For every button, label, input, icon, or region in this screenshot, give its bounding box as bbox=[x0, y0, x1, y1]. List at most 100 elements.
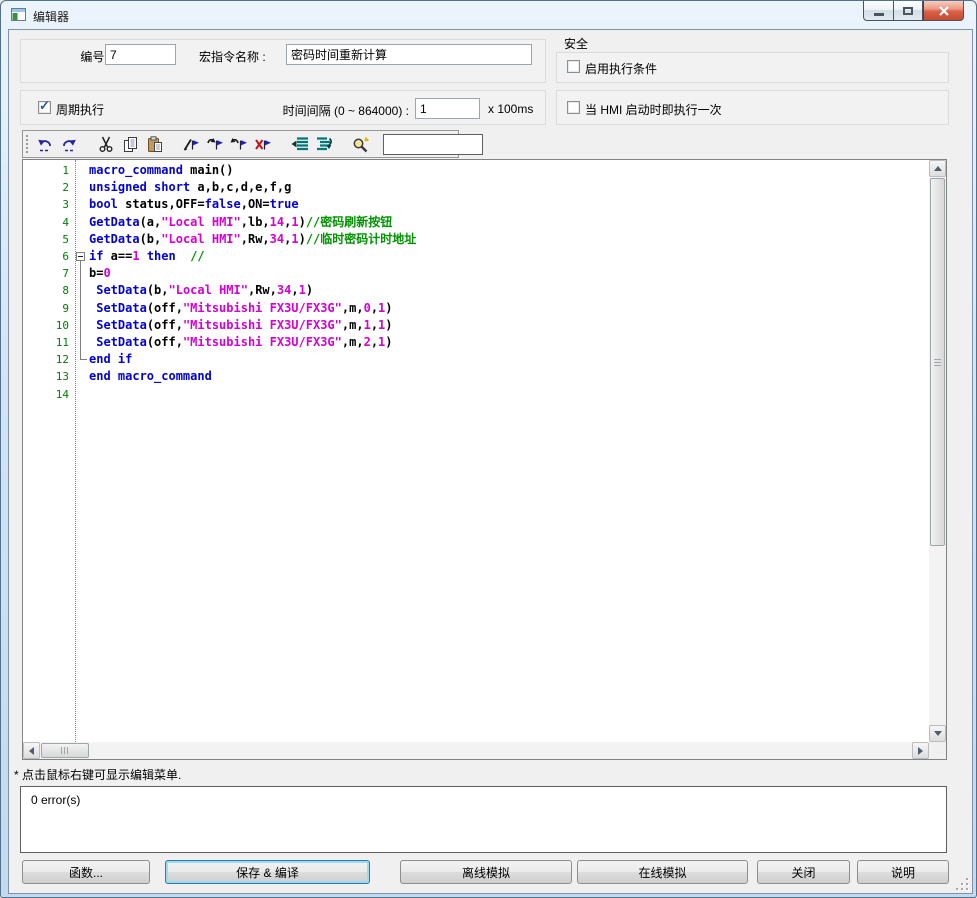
dialog-body: 编号 : 宏指令名称 : 安全 启用执行条件 ✓ 周期执行 时间间隔 (0 ~ … bbox=[8, 29, 973, 894]
prev-bookmark-button[interactable] bbox=[227, 133, 251, 155]
horizontal-scrollbar[interactable] bbox=[23, 742, 929, 759]
line-number: 14 bbox=[23, 386, 69, 403]
scroll-right-button[interactable] bbox=[912, 742, 929, 759]
code-line[interactable]: if a==1 then // bbox=[89, 248, 205, 265]
macro-code-editor: 1 macro_command main() 2 unsigned short a,b… bbox=[22, 159, 947, 760]
code-line[interactable]: SetData(off,"Mitsubishi FX3U/FX3G",m,0,1… bbox=[89, 300, 393, 317]
macro-id-input[interactable] bbox=[105, 44, 176, 65]
outdent-button[interactable] bbox=[312, 133, 336, 155]
periodic-checkbox[interactable]: ✓ bbox=[38, 101, 51, 114]
next-bookmark-button[interactable] bbox=[203, 133, 227, 155]
indent-button[interactable] bbox=[288, 133, 312, 155]
gutter-separator bbox=[75, 160, 76, 742]
redo-button[interactable] bbox=[57, 133, 81, 155]
code-line[interactable]: bool status,OFF=false,ON=true bbox=[89, 196, 299, 213]
scroll-left-button[interactable] bbox=[23, 742, 40, 759]
horizontal-scroll-thumb[interactable] bbox=[41, 743, 89, 758]
code-line[interactable]: end macro_command bbox=[89, 368, 212, 385]
undo-button[interactable] bbox=[33, 133, 57, 155]
next-bookmark-icon bbox=[206, 136, 224, 152]
scroll-down-button[interactable] bbox=[929, 725, 946, 742]
macro-name-label: 宏指令名称 : bbox=[199, 48, 266, 65]
find-button[interactable] bbox=[349, 133, 373, 155]
vertical-scroll-thumb[interactable] bbox=[930, 178, 945, 546]
line-number: 2 bbox=[23, 179, 69, 196]
fold-line bbox=[80, 334, 81, 351]
clear-bookmarks-icon bbox=[254, 136, 272, 152]
scroll-up-button[interactable] bbox=[929, 160, 946, 177]
fold-toggle[interactable] bbox=[76, 252, 85, 261]
line-number: 7 bbox=[23, 265, 69, 282]
copy-icon bbox=[122, 136, 139, 153]
save-compile-button[interactable]: 保存 & 编译 bbox=[165, 860, 370, 884]
titlebar[interactable]: 编辑器 bbox=[1, 1, 976, 29]
code-line[interactable]: macro_command main() bbox=[89, 162, 234, 179]
minimize-button[interactable] bbox=[863, 1, 893, 21]
security-group-title: 安全 bbox=[564, 35, 588, 52]
interval-input[interactable] bbox=[415, 98, 480, 119]
thumb-grip bbox=[61, 747, 70, 754]
clear-bookmarks-button[interactable] bbox=[251, 133, 275, 155]
find-icon bbox=[352, 136, 370, 153]
line-number: 10 bbox=[23, 317, 69, 334]
code-line[interactable]: end if bbox=[89, 351, 132, 368]
prev-bookmark-icon bbox=[230, 136, 248, 152]
error-count-text: 0 error(s) bbox=[31, 793, 80, 807]
code-line[interactable]: GetData(a,"Local HMI",lb,14,1)//密码刷新按钮 bbox=[89, 214, 392, 231]
line-number: 3 bbox=[23, 196, 69, 213]
close-dialog-button[interactable]: 关闭 bbox=[757, 860, 850, 884]
fold-line bbox=[80, 300, 81, 317]
redo-icon bbox=[60, 136, 78, 153]
line-number: 13 bbox=[23, 368, 69, 385]
paste-button[interactable] bbox=[142, 133, 166, 155]
startup-checkbox[interactable] bbox=[567, 101, 580, 114]
close-icon bbox=[939, 6, 949, 16]
scrollbar-corner bbox=[929, 742, 946, 759]
interval-unit-label: x 100ms bbox=[488, 102, 533, 116]
add-bookmark-icon bbox=[182, 136, 200, 152]
code-line[interactable]: unsigned short a,b,c,d,e,f,g bbox=[89, 179, 291, 196]
toolbar-gripper[interactable] bbox=[26, 135, 31, 153]
thumb-grip bbox=[934, 359, 941, 366]
resize-grip[interactable] bbox=[956, 878, 970, 892]
editor-toolbar bbox=[22, 130, 459, 158]
code-line[interactable]: SetData(off,"Mitsubishi FX3U/FX3G",m,2,1… bbox=[89, 334, 393, 351]
code-line[interactable]: SetData(b,"Local HMI",Rw,34,1) bbox=[89, 282, 313, 299]
enable-condition-checkbox[interactable] bbox=[567, 60, 580, 73]
online-simulation-button[interactable]: 在线模拟 bbox=[577, 860, 748, 884]
periodic-label: 周期执行 bbox=[56, 101, 104, 118]
close-button[interactable] bbox=[923, 1, 964, 21]
vertical-scrollbar[interactable] bbox=[929, 160, 946, 742]
code-area[interactable]: 1 macro_command main() 2 unsigned short a,b… bbox=[23, 160, 929, 742]
fold-line bbox=[80, 282, 81, 299]
arrow-up-icon bbox=[934, 162, 942, 171]
line-number: 4 bbox=[23, 214, 69, 231]
cut-icon bbox=[98, 136, 114, 153]
offline-simulation-button[interactable]: 离线模拟 bbox=[400, 860, 572, 884]
minimize-icon bbox=[874, 13, 884, 16]
hint-text: * 点击鼠标右键可显示编辑菜单. bbox=[14, 766, 181, 783]
fold-line bbox=[80, 265, 81, 282]
line-number: 1 bbox=[23, 162, 69, 179]
fold-line bbox=[80, 317, 81, 334]
line-number: 6 bbox=[23, 248, 69, 265]
add-bookmark-button[interactable] bbox=[179, 133, 203, 155]
code-line[interactable]: GetData(b,"Local HMI",Rw,34,1)//临时密码计时地址 bbox=[89, 231, 416, 248]
macro-name-input[interactable] bbox=[286, 44, 532, 65]
check-mark-icon: ✓ bbox=[39, 99, 50, 112]
functions-button[interactable]: 函数... bbox=[22, 860, 150, 884]
cut-button[interactable] bbox=[94, 133, 118, 155]
code-line[interactable]: b=0 bbox=[89, 265, 111, 282]
line-number: 12 bbox=[23, 351, 69, 368]
paste-icon bbox=[146, 136, 163, 153]
maximize-icon bbox=[903, 7, 913, 15]
indent-icon bbox=[291, 136, 309, 152]
copy-button[interactable] bbox=[118, 133, 142, 155]
help-button[interactable]: 说明 bbox=[857, 860, 949, 884]
fold-line-end bbox=[80, 359, 87, 360]
line-number: 8 bbox=[23, 282, 69, 299]
code-line[interactable]: SetData(off,"Mitsubishi FX3U/FX3G",m,1,1… bbox=[89, 317, 393, 334]
maximize-button[interactable] bbox=[893, 1, 923, 21]
search-input[interactable] bbox=[383, 134, 483, 155]
line-number: 5 bbox=[23, 231, 69, 248]
